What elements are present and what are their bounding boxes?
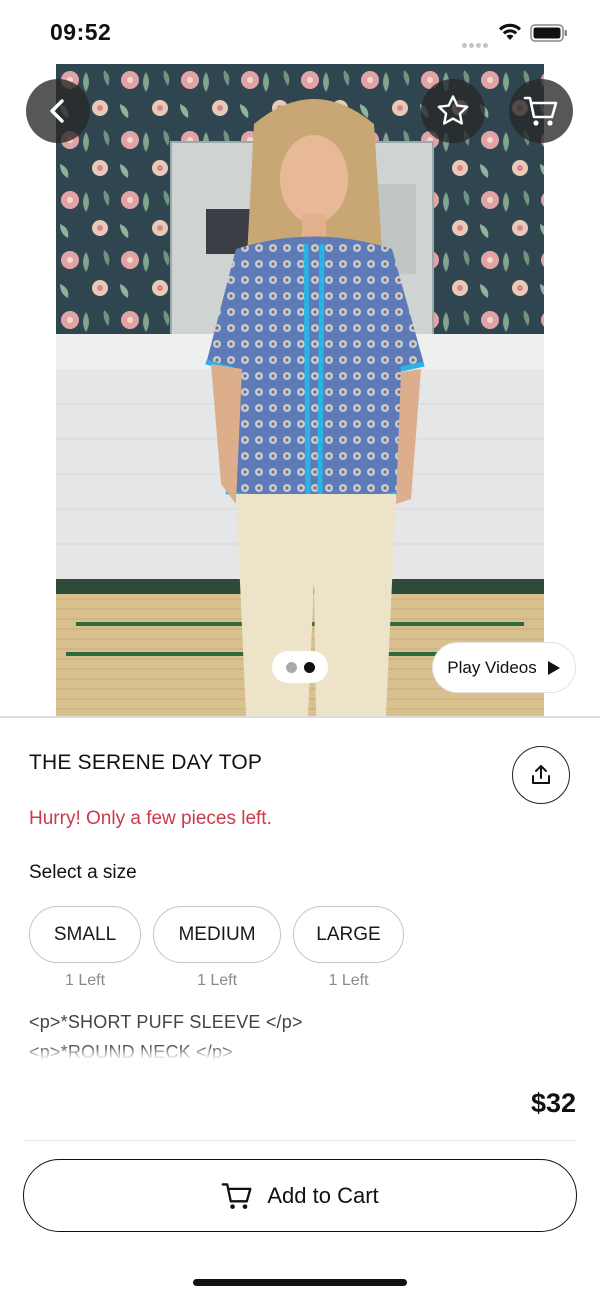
size-option-label: LARGE [316,923,381,945]
share-button[interactable] [512,746,570,804]
image-pager[interactable] [272,651,328,683]
description-line: <p>*SHORT PUFF SLEEVE </p> [29,1012,303,1032]
product-image[interactable] [56,64,544,716]
size-stock-small: 1 Left [64,972,106,989]
product-title: THE SERENE DAY TOP [29,751,263,774]
size-stock-large: 1 Left [328,972,369,989]
status-time: 09:52 [50,19,112,45]
size-option-large[interactable]: LARGE [293,906,404,963]
cart-icon [523,96,558,126]
stock-warning: Hurry! Only a few pieces left. [29,808,272,829]
size-prompt: Select a size [29,862,137,883]
wifi-icon [498,22,522,46]
cellular-signal-icon [462,35,490,53]
play-videos-button[interactable]: Play Videos [432,642,576,693]
size-stock-medium: 1 Left [196,972,238,989]
star-icon [437,95,469,125]
chevron-left-icon [50,99,64,123]
pager-dot-active[interactable] [303,661,315,673]
play-icon [547,660,560,675]
favorite-button[interactable] [421,79,485,143]
share-icon [532,765,550,784]
cart-button[interactable] [509,79,573,143]
size-option-label: MEDIUM [178,923,256,945]
image-divider [0,716,600,718]
size-option-small[interactable]: SMALL [29,906,141,963]
size-option-medium[interactable]: MEDIUM [153,906,281,963]
cart-icon [221,1182,252,1209]
size-option-label: SMALL [53,923,117,945]
add-to-cart-label: Add to Cart [267,1182,379,1208]
footer-divider [24,1140,576,1141]
home-indicator[interactable] [193,1279,407,1286]
battery-icon [530,24,568,47]
back-button[interactable] [26,79,90,143]
play-videos-label: Play Videos [447,657,537,677]
status-bar: 09:52 [0,0,600,64]
pager-dot[interactable] [285,661,297,673]
product-price: $32 [530,1088,576,1118]
add-to-cart-button[interactable]: Add to Cart [23,1159,577,1232]
